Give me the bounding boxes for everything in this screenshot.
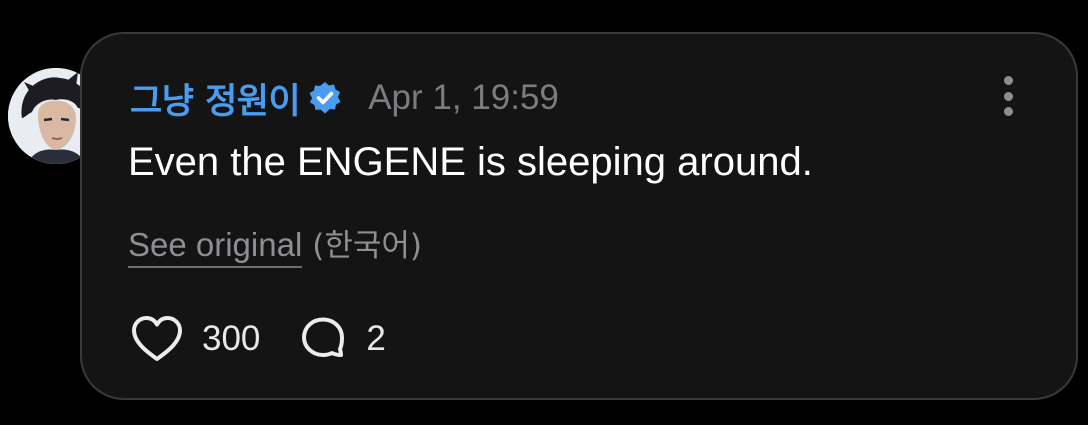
post-timestamp: Apr 1, 19:59 [368,78,559,117]
reply-button[interactable]: 2 [298,314,386,364]
see-original-link[interactable]: See original [128,226,303,268]
comment-bubble-icon [298,314,348,364]
translation-note: See original (한국어) [128,220,422,268]
reply-count: 2 [366,319,386,358]
post-actions: 300 2 [130,312,386,366]
post-card[interactable]: 그냥 정원이 Apr 1, 19:59 Even the ENGENE is s… [80,32,1078,400]
heart-icon [130,314,184,364]
post-text: Even the ENGENE is sleeping around. [128,140,813,184]
like-button[interactable]: 300 [130,314,260,364]
author-name[interactable]: 그냥 정원이 [130,73,301,124]
more-vertical-icon[interactable] [996,76,1020,116]
like-count: 300 [202,319,261,358]
verified-badge-icon [308,81,342,115]
post-header: 그냥 정원이 Apr 1, 19:59 [130,76,559,122]
original-language: (한국어) [312,228,423,264]
